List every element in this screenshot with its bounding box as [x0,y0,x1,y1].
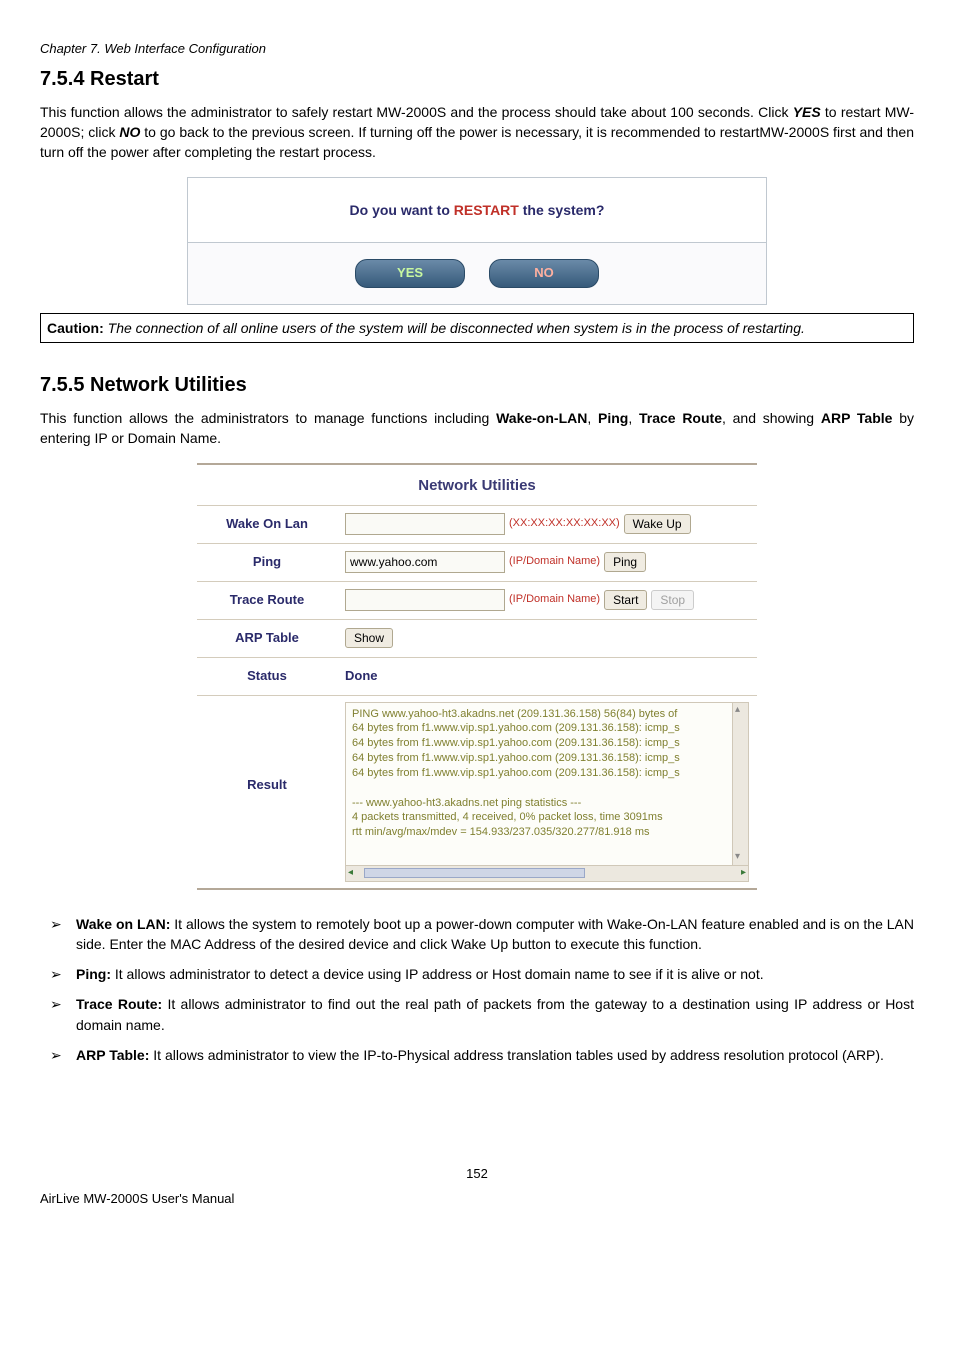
list-item: Trace Route: It allows administrator to … [76,994,914,1035]
section-755-heading: 7.5.5 Network Utilities [40,371,914,400]
text: This function allows the administrators … [40,410,496,426]
nu-label-result: Result [197,696,337,801]
nu-row-wol: Wake On Lan (XX:XX:XX:XX:XX:XX) Wake Up [197,505,757,543]
nu-row-trace: Trace Route (IP/Domain Name) Start Stop [197,581,757,619]
result-scrollbar-horizontal[interactable] [346,865,748,881]
feature-title: Ping: [76,966,111,982]
yes-button[interactable]: YES [355,259,465,288]
trace-stop-button[interactable]: Stop [651,590,694,610]
ping-button[interactable]: Ping [604,552,646,572]
feature-body: It allows administrator to view the IP-t… [149,1047,884,1063]
kw-arp: ARP Table [821,410,893,426]
no-button[interactable]: NO [489,259,599,288]
result-text: PING www.yahoo-ht3.akadns.net (209.131.3… [346,703,748,845]
restart-dialog-question: Do you want to RESTART the system? [188,178,766,243]
page-number: 152 [40,1165,914,1184]
yes-strong: YES [793,104,821,120]
feature-body: It allows administrator to detect a devi… [111,966,764,982]
nu-row-result: Result PING www.yahoo-ht3.akadns.net (20… [197,695,757,888]
text: Do you want to [350,202,454,218]
text: the system? [519,202,605,218]
kw-ping: Ping [598,410,628,426]
trace-input[interactable] [345,589,505,611]
list-item: ARP Table: It allows administrator to vi… [76,1045,914,1065]
kw-trace: Trace Route [639,410,722,426]
text: , and showing [722,410,821,426]
trace-hint: (IP/Domain Name) [509,592,600,608]
restart-highlight: RESTART [454,202,519,218]
result-box: PING www.yahoo-ht3.akadns.net (209.131.3… [345,702,749,882]
no-strong: NO [119,124,140,140]
section-754-para: This function allows the administrator t… [40,102,914,163]
arp-show-button[interactable]: Show [345,628,393,648]
wol-mac-input[interactable] [345,513,505,535]
feature-title: Trace Route: [76,996,162,1012]
nu-row-arp: ARP Table Show [197,619,757,657]
nu-row-status: Status Done [197,657,757,695]
network-utilities-panel: Network Utilities Wake On Lan (XX:XX:XX:… [197,463,757,890]
feature-list: Wake on LAN: It allows the system to rem… [40,914,914,1066]
list-item: Wake on LAN: It allows the system to rem… [76,914,914,955]
nu-label-status: Status [197,661,337,692]
text: This function allows the administrator t… [40,104,793,120]
trace-start-button[interactable]: Start [604,590,647,610]
nu-label-arp: ARP Table [197,623,337,654]
caution-box: Caution: The connection of all online us… [40,313,914,343]
ping-input[interactable] [345,551,505,573]
result-scrollbar-thumb[interactable] [364,868,585,878]
footer: AirLive MW-2000S User's Manual [40,1190,914,1209]
text: to go back to the previous screen. If tu… [40,124,914,160]
list-item: Ping: It allows administrator to detect … [76,964,914,984]
nu-label-ping: Ping [197,547,337,578]
status-value: Done [345,667,378,686]
nu-label-trace: Trace Route [197,585,337,616]
caution-body: The connection of all online users of th… [104,320,805,336]
nu-label-wol: Wake On Lan [197,509,337,540]
section-755-intro: This function allows the administrators … [40,408,914,449]
text: , [587,410,598,426]
kw-wol: Wake-on-LAN [496,410,587,426]
section-754-heading: 7.5.4 Restart [40,65,914,94]
restart-dialog: Do you want to RESTART the system? YES N… [187,177,767,305]
text: , [628,410,639,426]
chapter-header: Chapter 7. Web Interface Configuration [40,40,914,59]
nu-row-ping: Ping (IP/Domain Name) Ping [197,543,757,581]
ping-hint: (IP/Domain Name) [509,554,600,570]
wakeup-button[interactable]: Wake Up [624,514,691,534]
feature-title: Wake on LAN: [76,916,170,932]
caution-label: Caution: [47,320,104,336]
restart-dialog-buttons: YES NO [188,243,766,304]
nu-title: Network Utilities [197,465,757,505]
feature-body: It allows the system to remotely boot up… [76,916,914,952]
feature-title: ARP Table: [76,1047,149,1063]
result-scrollbar-vertical[interactable] [732,703,748,865]
feature-body: It allows administrator to find out the … [76,996,914,1032]
wol-hint: (XX:XX:XX:XX:XX:XX) [509,516,620,532]
